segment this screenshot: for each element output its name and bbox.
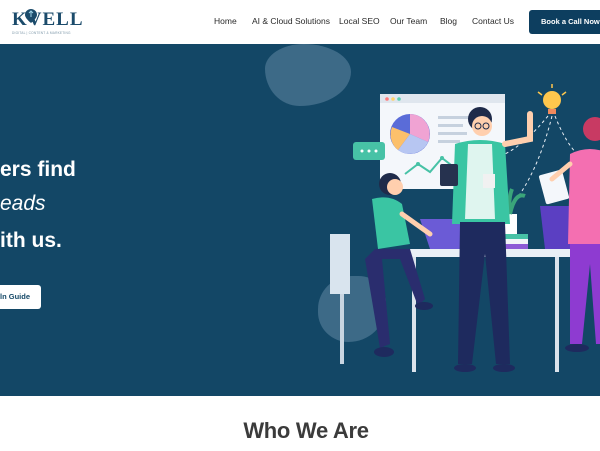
hero-headline-line3: ith us. — [0, 229, 62, 252]
brand-logo-text: KVELL — [12, 9, 84, 30]
brand-logo[interactable]: KVELL DIGITAL | CONTENT & MARKETING — [12, 8, 83, 38]
book-call-button[interactable]: Book a Call Now — [529, 10, 600, 34]
nav-ai-cloud-solutions[interactable]: AI & Cloud Solutions — [252, 16, 330, 26]
section-title: Who We Are — [243, 418, 369, 443]
hero-guide-button[interactable]: ln Guide — [0, 285, 41, 309]
nav-our-team[interactable]: Our Team — [390, 16, 427, 26]
hero-headline-line2: eads — [0, 192, 46, 215]
team-illustration — [330, 84, 600, 372]
nav-home[interactable]: Home — [214, 16, 237, 26]
hero-headline-line1: ers find — [0, 158, 76, 181]
site-header: KVELL DIGITAL | CONTENT & MARKETING Home… — [0, 0, 600, 44]
nav-contact-us[interactable]: Contact Us — [472, 16, 514, 26]
nav-local-seo[interactable]: Local SEO — [339, 16, 380, 26]
brand-tagline: DIGITAL | CONTENT & MARKETING — [12, 31, 71, 35]
location-pin-icon — [25, 9, 37, 23]
nav-blog[interactable]: Blog — [440, 16, 457, 26]
